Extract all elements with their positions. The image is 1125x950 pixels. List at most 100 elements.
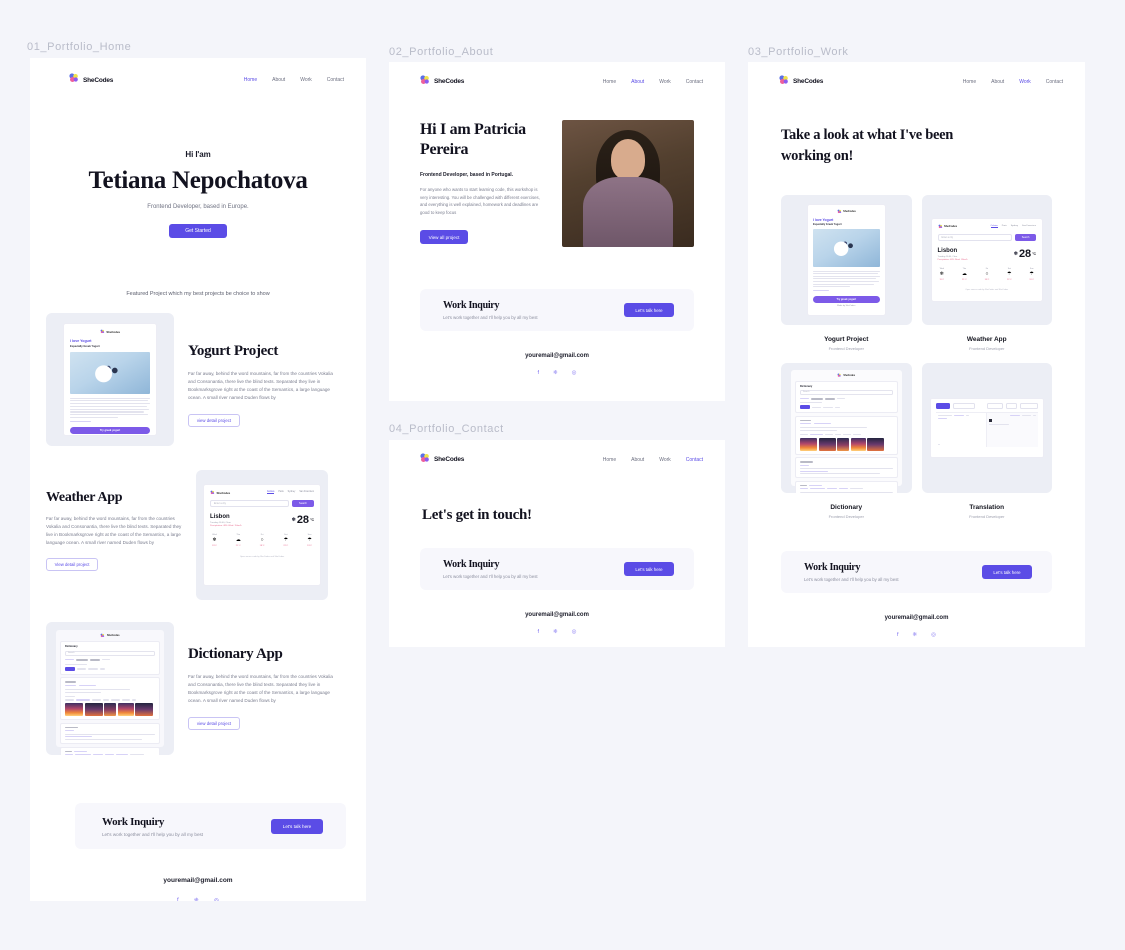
project-row-yogurt: SheCodes I love Yogurt Especially Greek …	[30, 297, 366, 446]
instagram-icon[interactable]: ◎	[572, 370, 577, 376]
work-card-yogurt[interactable]: SheCodes I love Yogurt Especially Greek …	[781, 195, 912, 351]
work-card-role: Frontend Developer	[828, 346, 864, 352]
work-card-weather[interactable]: SheCodes Celsius Paris Sydney San Franci…	[921, 195, 1052, 351]
hero-tagline: Frontend Developer, based in Europe.	[147, 204, 249, 210]
weather-datetime: Tuesday 16:40, Clear	[210, 521, 231, 524]
weather-tab-sydney[interactable]: Sydney	[288, 491, 296, 494]
twitter-icon[interactable]: ❈	[553, 629, 558, 635]
instagram-icon[interactable]: ◎	[572, 629, 577, 635]
brand-logo[interactable]: SheCodes	[778, 73, 823, 91]
forecast-item: Sun ☂ 19°C	[307, 533, 312, 547]
lets-talk-button[interactable]: Let's talk here	[624, 562, 674, 576]
dictionary-detail-button[interactable]: view detail project	[188, 717, 240, 731]
weather-search-button[interactable]: Search	[1022, 236, 1030, 239]
weather-tab-sydney[interactable]: Sydney	[1011, 225, 1018, 228]
yogurt-mock-cta[interactable]: Try greek yogurt	[100, 429, 120, 432]
instagram-icon[interactable]: ◎	[931, 632, 936, 638]
twitter-icon[interactable]: ❈	[553, 370, 558, 376]
hero-eyebrow: Hi I'am	[185, 150, 211, 159]
forecast-item: Wed ❄ 19°C	[939, 267, 945, 281]
lets-talk-button[interactable]: Let's talk here	[982, 565, 1032, 580]
weather-tab-sf[interactable]: San Francisco	[1022, 225, 1036, 228]
dictionary-search-input[interactable]: Search	[68, 652, 75, 654]
screen-about[interactable]: SheCodes Home About Work Contact Hi I am…	[389, 62, 725, 401]
nav-link-about[interactable]: About	[631, 79, 644, 85]
twitter-icon[interactable]: ❈	[194, 897, 199, 901]
footer-email[interactable]: youremail@gmail.com	[389, 612, 725, 618]
brand-name: SheCodes	[83, 76, 114, 84]
weather-mock-footer: Open source code by SheCodes and SheCode…	[965, 288, 1009, 291]
yogurt-mockup-thumb[interactable]: SheCodes I love Yogurt Especially Greek …	[46, 313, 174, 446]
nav-link-work[interactable]: Work	[1019, 79, 1031, 85]
footer-socials: f ❈ ◎	[389, 370, 725, 376]
yogurt-detail-button[interactable]: view detail project	[188, 414, 240, 428]
brand-name: SheCodes	[434, 456, 465, 463]
nav-link-about[interactable]: About	[991, 79, 1004, 85]
weather-tab-celsius[interactable]: Celsius	[266, 491, 275, 494]
about-nav-links: Home About Work Contact	[603, 79, 703, 85]
facebook-icon[interactable]: f	[538, 370, 540, 376]
nav-link-contact[interactable]: Contact	[686, 457, 703, 463]
weather-tab-paris[interactable]: Paris	[278, 491, 283, 494]
lets-talk-button[interactable]: Let's talk here	[271, 818, 323, 834]
inquiry-subtitle: Let's work together and I'll help you by…	[804, 577, 899, 583]
weather-search-button[interactable]: Search	[299, 502, 307, 505]
facebook-icon[interactable]: f	[897, 632, 899, 638]
weather-detail-button[interactable]: View detail project	[46, 558, 98, 572]
get-started-button[interactable]: Get Started	[169, 224, 227, 238]
brand-name: SheCodes	[434, 78, 465, 85]
yogurt-mock-cta[interactable]: Try greek yogurt	[836, 298, 856, 301]
yogurt-mock-title: I love Yogurt	[70, 339, 92, 343]
screen-contact[interactable]: SheCodes Home About Work Contact Let's g…	[389, 440, 725, 647]
nav-link-work[interactable]: Work	[300, 77, 312, 83]
yogurt-mock-footer: Made by SheCodes	[837, 305, 856, 308]
nav-link-home[interactable]: Home	[603, 457, 616, 463]
brand-logo[interactable]: SheCodes	[68, 71, 113, 89]
work-nav-links: Home About Work Contact	[963, 79, 1063, 85]
footer-email[interactable]: youremail@gmail.com	[389, 353, 725, 359]
weather-glyph: ☂	[307, 537, 312, 543]
weather-tab-sf[interactable]: San Francisco	[299, 491, 314, 494]
dictionary-search-input[interactable]: Search	[803, 391, 809, 393]
work-card-translation[interactable]: Translation Frontend Developer	[921, 363, 1052, 519]
weather-glyph: ○	[260, 537, 264, 543]
nav-link-home[interactable]: Home	[603, 79, 616, 85]
home-hero: Hi I'am Tetiana Nepochatova Frontend Dev…	[30, 92, 366, 238]
weather-search-input[interactable]: Enter a city	[214, 502, 226, 505]
weather-tab-celsius[interactable]: Celsius	[990, 225, 998, 229]
nav-link-work[interactable]: Work	[659, 79, 671, 85]
view-all-project-button[interactable]: View all project	[420, 230, 468, 245]
nav-link-contact[interactable]: Contact	[1046, 79, 1063, 85]
nav-link-home[interactable]: Home	[963, 79, 976, 85]
facebook-icon[interactable]: f	[538, 629, 540, 635]
brand-logo[interactable]: SheCodes	[419, 451, 464, 469]
weather-tab-paris[interactable]: Paris	[1002, 225, 1007, 228]
nav-link-work[interactable]: Work	[659, 457, 671, 463]
footer-email[interactable]: youremail@gmail.com	[30, 877, 366, 884]
weather-mockup-thumb[interactable]: SheCodes Celsius Paris Sydney San Franci…	[196, 470, 328, 600]
twitter-icon[interactable]: ❈	[913, 632, 918, 638]
dictionary-mockup-thumb[interactable]: SheCodes Dictionary Search	[46, 622, 174, 755]
nav-link-contact[interactable]: Contact	[327, 77, 344, 83]
nav-link-contact[interactable]: Contact	[686, 79, 703, 85]
work-card-dictionary[interactable]: SheCodes Dictionary Search Dictionary Fr…	[781, 363, 912, 519]
brand-logo[interactable]: SheCodes	[419, 73, 464, 91]
screen-work[interactable]: SheCodes Home About Work Contact Take a …	[748, 62, 1085, 647]
lets-talk-button[interactable]: Let's talk here	[624, 303, 674, 317]
facebook-icon[interactable]: f	[177, 897, 179, 902]
contact-nav-links: Home About Work Contact	[603, 457, 703, 463]
nav-link-home[interactable]: Home	[244, 77, 257, 83]
instagram-icon[interactable]: ◎	[214, 897, 219, 901]
nav-link-about[interactable]: About	[272, 77, 285, 83]
weather-forecast-row: Wed ❄ 19°C Thu ☁ 21°C Fri ○ 18°C Sat ☂ 2…	[210, 534, 314, 547]
screen-home[interactable]: SheCodes Home About Work Contact Hi I'am…	[30, 58, 366, 901]
weather-temperature: 28	[296, 514, 310, 526]
weather-search-input[interactable]: Enter a city	[942, 237, 954, 239]
forecast-item: Fri ○ 18°C	[259, 533, 265, 547]
forecast-item: Thu ☁ 21°C	[961, 267, 967, 281]
footer-email[interactable]: youremail@gmail.com	[748, 615, 1085, 621]
inquiry-title: Work Inquiry	[443, 300, 500, 311]
work-card-title: Dictionary	[830, 504, 863, 512]
inquiry-title: Work Inquiry	[804, 562, 861, 574]
nav-link-about[interactable]: About	[631, 457, 644, 463]
